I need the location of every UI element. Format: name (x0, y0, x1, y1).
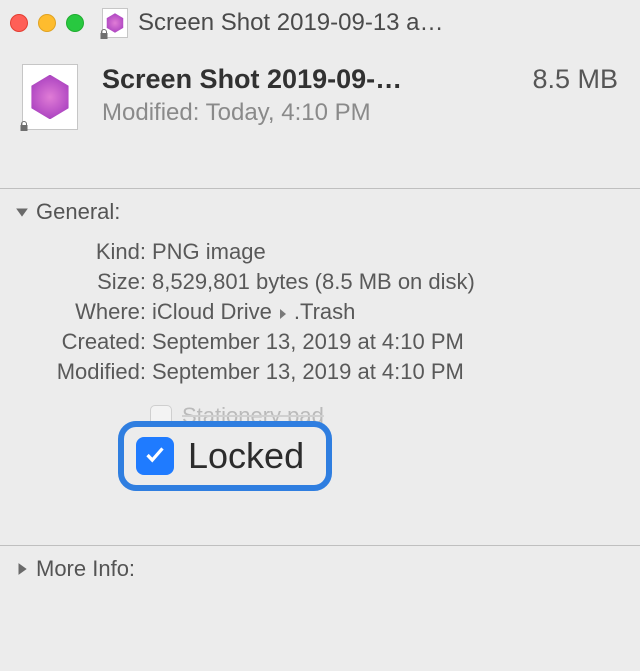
section-title: General: (36, 199, 120, 225)
title-file-icon (102, 8, 128, 38)
file-size: 8.5 MB (532, 64, 618, 95)
modified-value: September 13, 2019 at 4:10 PM (152, 359, 464, 385)
locked-label: Locked (188, 435, 304, 477)
size-value: 8,529,801 bytes (8.5 MB on disk) (152, 269, 475, 295)
modified-label: Modified: (22, 359, 152, 385)
locked-callout: Locked (118, 421, 332, 491)
where-value: iCloud Drive .Trash (152, 299, 355, 325)
file-name: Screen Shot 2019-09-… (102, 64, 402, 95)
traffic-lights (10, 14, 84, 32)
kind-value: PNG image (152, 239, 266, 265)
created-value: September 13, 2019 at 4:10 PM (152, 329, 464, 355)
size-label: Size: (22, 269, 152, 295)
created-label: Created: (22, 329, 152, 355)
section-header-more-info[interactable]: More Info: (0, 546, 640, 594)
where-path-segment: .Trash (294, 299, 356, 325)
lock-icon (98, 27, 110, 41)
close-button[interactable] (10, 14, 28, 32)
minimize-button[interactable] (38, 14, 56, 32)
kind-label: Kind: (22, 239, 152, 265)
disclosure-down-icon (14, 204, 30, 220)
window-title: Screen Shot 2019-09-13 a… (138, 9, 630, 37)
get-info-window: Screen Shot 2019-09-13 a… Screen Shot 20… (0, 0, 640, 671)
general-body: Kind: PNG image Size: 8,529,801 bytes (8… (0, 233, 640, 545)
section-title: More Info: (36, 556, 135, 582)
where-path-segment: iCloud Drive (152, 299, 272, 325)
file-thumbnail (22, 64, 78, 130)
file-modified-summary: Modified: Today, 4:10 PM (102, 99, 618, 127)
chevron-right-icon (278, 299, 288, 325)
zoom-button[interactable] (66, 14, 84, 32)
locked-checkbox[interactable] (136, 437, 174, 475)
disclosure-right-icon (14, 561, 30, 577)
section-header-general[interactable]: General: (0, 189, 640, 233)
check-icon (142, 443, 168, 469)
lock-icon (18, 119, 30, 133)
file-summary: Screen Shot 2019-09-… 8.5 MB Modified: T… (0, 46, 640, 188)
where-label: Where: (22, 299, 152, 325)
titlebar: Screen Shot 2019-09-13 a… (0, 0, 640, 46)
